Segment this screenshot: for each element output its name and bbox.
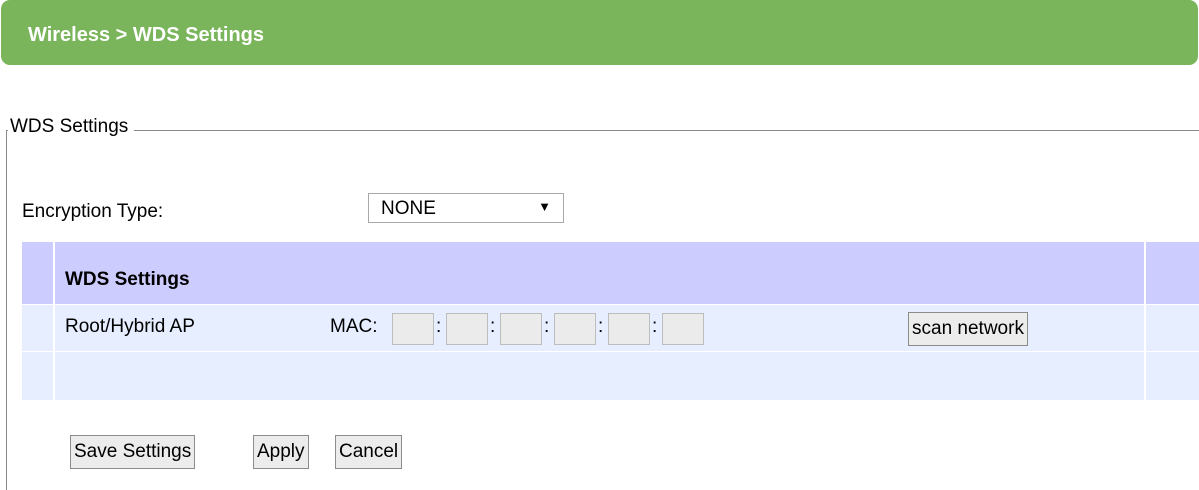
mac-separator: : xyxy=(436,316,442,337)
column-divider xyxy=(53,242,55,400)
cancel-button[interactable]: Cancel xyxy=(335,435,403,469)
dropdown-arrow-icon: ▼ xyxy=(538,199,551,214)
mac-separator: : xyxy=(598,316,604,337)
encryption-type-label: Encryption Type: xyxy=(22,201,164,222)
page-header: Wireless > WDS Settings xyxy=(1,0,1198,65)
scan-network-button[interactable]: scan network xyxy=(908,312,1028,346)
mac-octet-3-input[interactable] xyxy=(500,313,542,345)
mac-octet-6-input[interactable] xyxy=(662,313,704,345)
table-row-empty xyxy=(22,352,1199,400)
mac-separator: : xyxy=(490,316,496,337)
encryption-type-value: NONE xyxy=(381,198,436,219)
mac-octet-2-input[interactable] xyxy=(446,313,488,345)
save-settings-button[interactable]: Save Settings xyxy=(70,435,196,469)
encryption-type-select[interactable]: NONE ▼ xyxy=(368,193,564,223)
table-header-row: WDS Settings xyxy=(22,242,1199,304)
table-row: Root/Hybrid AP MAC: : : : : : scan netwo… xyxy=(22,305,1199,351)
column-divider xyxy=(1144,242,1146,400)
mac-separator: : xyxy=(544,316,550,337)
mac-octet-1-input[interactable] xyxy=(392,313,434,345)
apply-button[interactable]: Apply xyxy=(253,435,309,469)
fieldset-legend: WDS Settings xyxy=(8,116,135,138)
page-title: Wireless > WDS Settings xyxy=(28,24,264,46)
mac-separator: : xyxy=(652,316,658,337)
root-hybrid-ap-label: Root/Hybrid AP xyxy=(65,316,195,337)
wds-table: WDS Settings Root/Hybrid AP MAC: : : : :… xyxy=(22,242,1199,400)
mac-octet-5-input[interactable] xyxy=(608,313,650,345)
mac-label: MAC: xyxy=(330,316,378,337)
table-heading: WDS Settings xyxy=(65,269,190,290)
mac-octet-4-input[interactable] xyxy=(554,313,596,345)
